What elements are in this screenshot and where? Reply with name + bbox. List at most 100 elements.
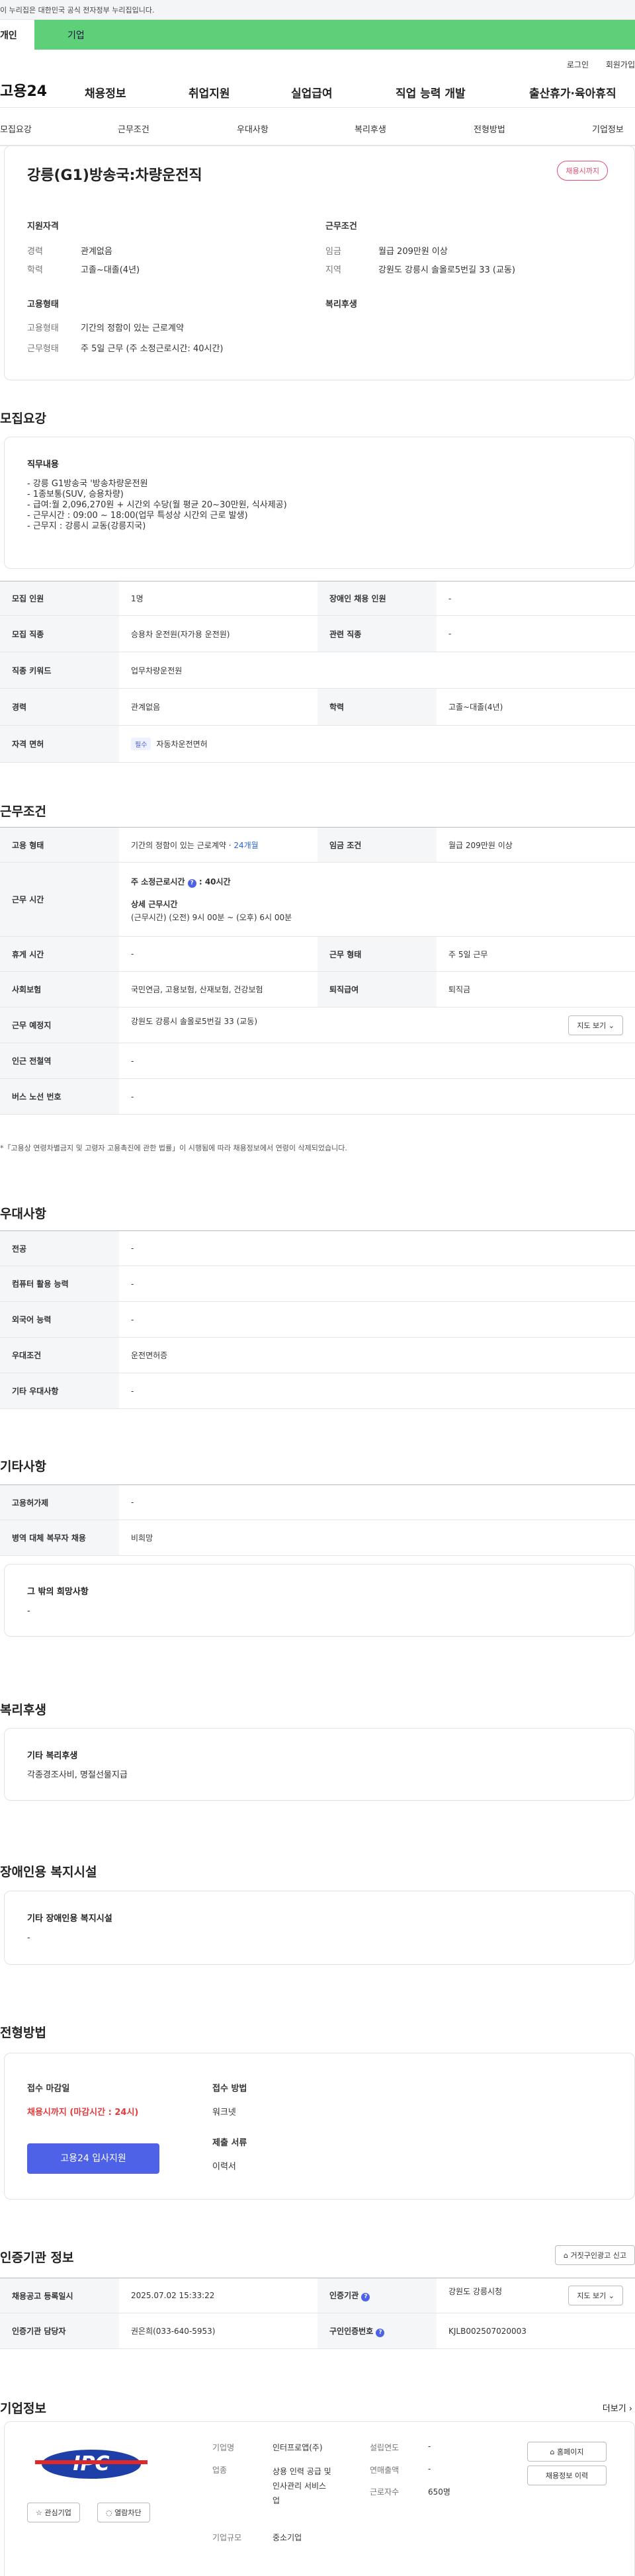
preferences-table: 전공 - 컴퓨터 활용 능력 - 외국어 능력 - 우대조건 운전면허증 기타 우대사항… <box>0 1230 635 1409</box>
section-nav-process[interactable]: 전형방법 <box>474 122 505 135</box>
table-cell: 필수 자동차운전면허 <box>119 725 635 763</box>
section-nav: 모집요강 근무조건 우대사항 복리후생 전형방법 기업정보 <box>0 108 635 146</box>
table-row: 채용공고 등록일시 2025.07.02 15:33:22 인증기관 ? 강원도 강릉… <box>0 2278 635 2313</box>
table-cell: 1명 <box>119 581 318 616</box>
table-row: 병역 대체 복무자 채용 비희망 <box>0 1520 635 1556</box>
tab-company[interactable]: 기업 <box>34 20 635 50</box>
table-row: 컴퓨터 활용 능력 - <box>0 1266 635 1302</box>
cert-map-button[interactable]: 지도 보기 ⌄ <box>568 2286 623 2305</box>
table-header-cell: 인증기관 ? <box>318 2278 437 2313</box>
table-header-cell: 모집 직종 <box>0 615 119 652</box>
table-row: 근무 시간 주 소정근로시간 ? : 40시간 상세 근무시간 (근무시간) (… <box>0 862 635 937</box>
section-nav-recruit[interactable]: 모집요강 <box>0 122 32 135</box>
table-cell: - <box>119 1078 635 1115</box>
education-value: 고졸~대졸(4년) <box>81 265 140 275</box>
signup-link[interactable]: 회원가입 <box>606 60 635 69</box>
wage-label: 임금 <box>325 247 341 257</box>
company-more-link[interactable]: 더보기 › <box>603 2401 632 2414</box>
work-form-label: 근무형태 <box>27 344 59 354</box>
condition-heading: 근무조건 <box>325 222 357 232</box>
contract-period-link[interactable]: 24개월 <box>233 841 258 850</box>
gov-banner: 이 누리집은 대한민국 공식 전자정부 누리집입니다. <box>0 0 635 20</box>
map-view-button[interactable]: 지도 보기 ⌄ <box>568 1015 623 1035</box>
employment-heading: 고용형태 <box>27 300 59 310</box>
welfare-heading: 복리후생 <box>325 300 357 310</box>
info-icon[interactable]: ? <box>187 879 196 888</box>
nav-parental-leave[interactable]: 출산휴가·육아휴직 <box>529 84 616 101</box>
duty-content: - 강릉 G1방송국 '방송차량운전원 - 1종보통(SUV, 승용차량) - … <box>27 479 287 531</box>
nav-training[interactable]: 직업 능력 개발 <box>396 84 466 101</box>
table-header-cell: 임금 조건 <box>318 827 437 863</box>
table-header-cell: 컴퓨터 활용 능력 <box>0 1266 119 1302</box>
table-cell: 퇴직금 <box>437 971 635 1008</box>
table-cell: 운전면허증 <box>119 1337 635 1373</box>
table-cell: 주 5일 근무 <box>437 936 635 972</box>
table-cell: 승용차 운전원(자가용 운전원) <box>119 615 318 652</box>
career-label: 경력 <box>27 247 43 257</box>
table-row: 근무 예정지 강원도 강릉시 솔올로5번길 33 (교동) 지도 보기 ⌄ <box>0 1007 635 1043</box>
homepage-button[interactable]: ⌂ 홈페이지 <box>527 2442 607 2462</box>
site-logo[interactable]: 고용24 <box>0 79 83 101</box>
work-form-value: 주 5일 근무 (주 소정근로시간: 40시간) <box>81 344 224 354</box>
table-row: 휴게 시간 - 근무 형태 주 5일 근무 <box>0 936 635 972</box>
nav-unemployment[interactable]: 실업급여 <box>291 84 333 101</box>
login-link[interactable]: 로그인 <box>567 60 589 69</box>
employment-type-label: 고용형태 <box>27 323 59 333</box>
duty-heading: 직무내용 <box>27 460 59 470</box>
table-header-cell: 근무 시간 <box>0 862 119 937</box>
false-ad-report-button[interactable]: ⌂ 거짓구인광고 신고 <box>555 2245 635 2265</box>
table-cell: 주 소정근로시간 ? : 40시간 상세 근무시간 (근무시간) (오전) 9시… <box>119 862 635 937</box>
table-cell: - <box>119 1230 635 1266</box>
table-cell: 비희망 <box>119 1520 635 1556</box>
info-icon[interactable]: ? <box>361 2293 370 2301</box>
table-header-cell: 근무 예정지 <box>0 1007 119 1043</box>
job-history-button[interactable]: 채용정보 이력 <box>527 2466 607 2485</box>
recruit-table: 모집 인원 1명 장애인 채용 인원 - 모집 직종 승용차 운전원(자가용 운전원) 관… <box>0 581 635 763</box>
table-row: 모집 직종 승용차 운전원(자가용 운전원) 관련 직종 - <box>0 615 635 652</box>
section-nav-conditions[interactable]: 근무조건 <box>118 122 149 135</box>
table-cell: 강원도 강릉시청 지도 보기 ⌄ <box>437 2278 635 2313</box>
table-cell: 권은희(033-640-5953) <box>119 2313 318 2349</box>
table-cell: - <box>437 581 635 616</box>
etc-heading: 기타사항 <box>0 1459 46 1474</box>
welfare-section-heading: 복리후생 <box>0 1703 46 1717</box>
table-row: 기타 우대사항 - <box>0 1373 635 1409</box>
disabled-facility-heading: 장애인용 복지시설 <box>0 1865 97 1879</box>
favorite-company-button[interactable]: ☆ 관심기업 <box>27 2503 80 2522</box>
deadline-value: 채용시까지 (마감시간 : 24시) <box>27 2108 139 2118</box>
nav-employment-support[interactable]: 취업지원 <box>189 84 230 101</box>
table-header-cell: 모집 인원 <box>0 581 119 616</box>
section-nav-company[interactable]: 기업정보 <box>592 122 624 135</box>
table-header-cell: 버스 노선 번호 <box>0 1078 119 1115</box>
table-cell: 관계없음 <box>119 688 318 726</box>
job-summary-card: 강릉(G1)방송국:차량운전직 채용시까지 지원자격 근무조건 경력 관계없음 … <box>4 146 635 380</box>
disabled-facility-box: 기타 장애인용 복지시설 - <box>4 1891 635 1965</box>
qualification-heading: 지원자격 <box>27 222 59 232</box>
table-header-cell: 학력 <box>318 688 437 726</box>
table-header-cell: 기타 우대사항 <box>0 1373 119 1409</box>
util-bar: 로그인 회원가입 <box>0 50 635 72</box>
table-header-cell: 채용공고 등록일시 <box>0 2278 119 2313</box>
table-row: 고용 형태 기간의 정함이 있는 근로계약 · 24개월 임금 조건 월급 209만원… <box>0 827 635 863</box>
table-row: 버스 노선 번호 - <box>0 1078 635 1115</box>
area-label: 지역 <box>325 265 341 275</box>
apply-button[interactable]: 고용24 입사지원 <box>27 2143 159 2174</box>
section-nav-welfare[interactable]: 복리후생 <box>355 122 386 135</box>
table-header-cell: 퇴직급여 <box>318 971 437 1008</box>
nav-jobs[interactable]: 채용정보 <box>85 84 126 101</box>
table-header-cell: 관련 직종 <box>318 615 437 652</box>
etc-table: 고용허가제 - 병역 대체 복무자 채용 비희망 <box>0 1484 635 1556</box>
section-nav-preferences[interactable]: 우대사항 <box>237 122 269 135</box>
info-icon[interactable]: ? <box>376 2328 385 2337</box>
employment-type-value: 기간의 정함이 있는 근로계약 <box>81 323 184 333</box>
tab-personal[interactable]: 개인 <box>0 20 34 50</box>
block-view-button[interactable]: ◌ 열람차단 <box>97 2503 150 2522</box>
table-cell: - <box>437 615 635 652</box>
table-cell: 고졸~대졸(4년) <box>437 688 635 726</box>
conditions-heading: 근무조건 <box>0 804 46 819</box>
table-row: 우대조건 운전면허증 <box>0 1337 635 1373</box>
table-header-cell: 장애인 채용 인원 <box>318 581 437 616</box>
company-box: IPC ☆ 관심기업 ◌ 열람차단 기업명 인터프로앱(주) 업종 상용 인력 … <box>4 2421 635 2576</box>
table-row: 인근 전철역 - <box>0 1043 635 1079</box>
table-cell: 국민연금, 고용보험, 산재보험, 건강보험 <box>119 971 318 1008</box>
